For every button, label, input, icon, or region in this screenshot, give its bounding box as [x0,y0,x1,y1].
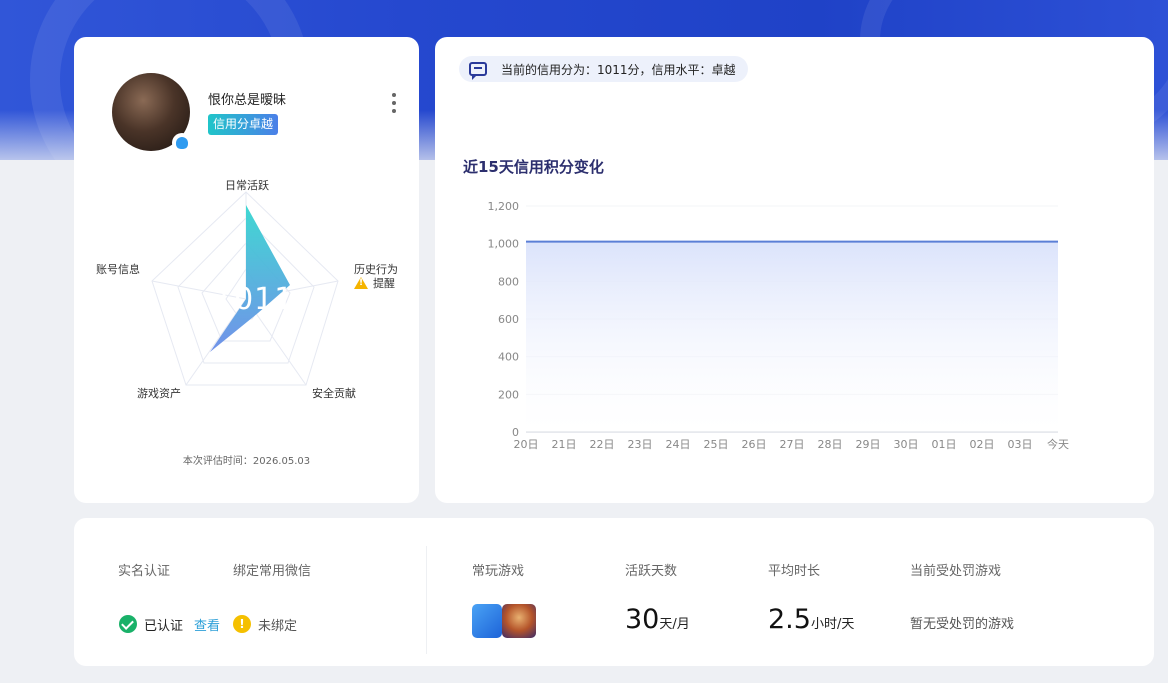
trend-chart: 02004006008001,0001,20020日 21日 22日 23日 24日 25… [488,200,1070,451]
wechat-label: 绑定常用微信 [233,564,312,579]
verified-icon [119,615,137,633]
game-icon[interactable] [502,604,536,638]
x-tick-label: 02日 [970,438,995,451]
y-tick-label: 1,200 [488,200,520,213]
x-tick-label: 03日 [1008,438,1033,451]
y-tick-label: 800 [498,275,519,288]
x-tick-label: 23日 [628,438,653,451]
evaluation-time: 本次评估时间：2026.05.03 [182,456,311,467]
history-warning[interactable]: 提醒 [354,275,395,291]
radar-label-assets: 游戏资产 [137,387,181,400]
x-tick-label: 25日 [704,438,729,451]
warning-icon: ! [233,615,251,633]
active-days-unit: 天/月 [659,617,690,632]
game-icon[interactable] [472,604,502,638]
divider [426,546,427,654]
active-days-value: 30天/月 [625,604,690,635]
x-tick-label: 01日 [932,438,957,451]
active-days-label: 活跃天数 [625,564,678,579]
x-tick-label: 26日 [742,438,767,451]
x-tick-label: 22日 [590,438,615,451]
y-tick-label: 600 [498,313,519,326]
y-tick-label: 200 [498,388,519,401]
x-tick-label: 30日 [894,438,919,451]
avg-time-label: 平均时长 [768,564,821,579]
punished-value: 暂无受处罚的游戏 [910,617,1015,632]
wechat-status: 未绑定 [258,619,298,634]
area-fill [526,241,1058,432]
games-label: 常玩游戏 [472,564,525,579]
real-name-label: 实名认证 [118,564,171,579]
x-tick-label: 29日 [856,438,881,451]
y-tick-label: 400 [498,351,519,364]
x-tick-label: 24日 [666,438,691,451]
x-tick-label: 28日 [818,438,843,451]
radar-label-security: 安全贡献 [312,387,356,400]
x-tick-label: 20日 [514,438,539,451]
radar-label-account: 账号信息 [96,263,140,276]
warning-icon [354,277,368,289]
warning-label: 提醒 [373,277,395,290]
x-tick-label: 今天 [1047,437,1069,451]
x-tick-label: 27日 [780,438,805,451]
avg-time-value: 2.5小时/天 [768,604,854,635]
active-days-number: 30 [625,604,660,635]
avg-time-unit: 小时/天 [810,617,855,632]
y-tick-label: 1,000 [488,238,520,251]
radar-value-area [210,205,290,352]
avg-time-number: 2.5 [768,604,811,635]
trend-card: 当前的信用分为：1011分，信用水平：卓越 近15天信用积分变化 0 200 400… [435,37,1154,503]
profile-card: 恨你总是暧昧 信用分卓越 日常活跃 历史行为 提醒 安全贡献 游戏资产 账号信息 [74,37,419,503]
real-name-status: 已认证 [144,619,184,634]
radar-label-daily: 日常活跃 [225,179,269,192]
punished-label: 当前受处罚游戏 [910,564,1002,579]
view-link[interactable]: 查看 [194,615,220,634]
radar-score: 1011 [214,282,295,317]
x-tick-label: 21日 [552,438,577,451]
stats-card: 实名认证 绑定常用微信 已认证 查看 ! 未绑定 常玩游戏 活跃天数 30天/月… [74,518,1154,666]
